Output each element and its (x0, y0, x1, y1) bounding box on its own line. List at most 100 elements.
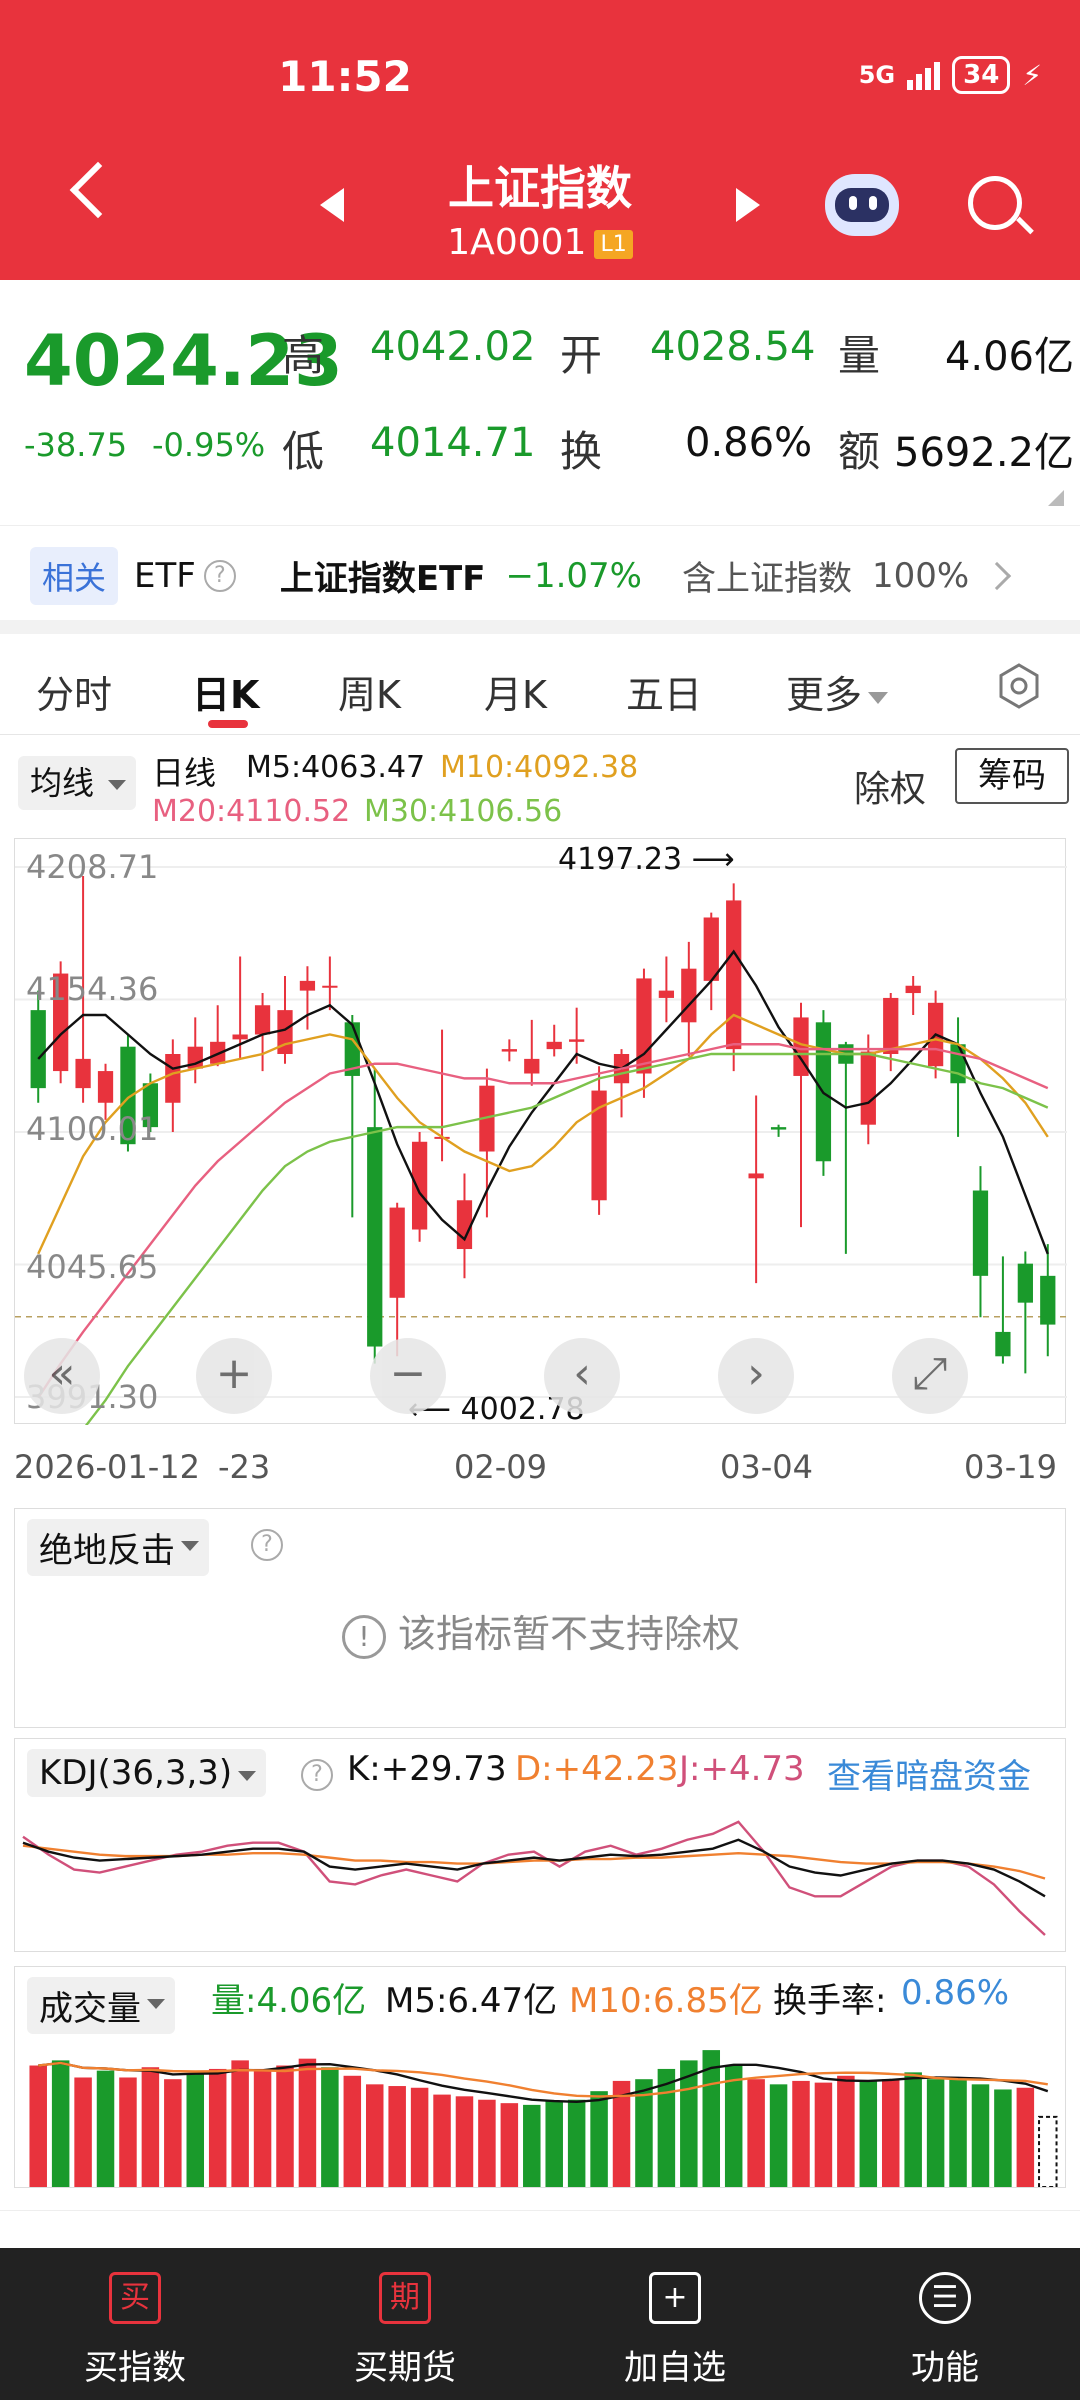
pan-right-icon[interactable]: › (718, 1338, 794, 1414)
chip-distribution-button[interactable]: 筹码 (955, 748, 1069, 804)
kdj-selector-label: KDJ(36,3,3) (39, 1753, 233, 1793)
x-tick: 02-09 (454, 1448, 547, 1486)
nav-buy-index[interactable]: 买 买指数 (0, 2248, 270, 2400)
candle-body (1017, 1263, 1033, 1303)
period-tabs: 分时 日K 周K 月K 五日 更多 (0, 634, 1080, 734)
kdj-selector[interactable]: KDJ(36,3,3) (27, 1749, 267, 1797)
fullscreen-icon[interactable]: ⤢ (892, 1338, 968, 1414)
help-icon[interactable]: ? (251, 1529, 283, 1561)
kdj-line-k (22, 1838, 1046, 1898)
help-icon[interactable]: ? (203, 559, 236, 592)
candle-body (97, 1071, 114, 1103)
related-etf-row[interactable]: 相关 ETF ? 上证指数ETF −1.07% 含上证指数 100% (0, 525, 1080, 625)
kdj-d-value: D:+42.23 (515, 1749, 679, 1789)
header: 11:52 5G 34 ⚡ 上证指数 1A0001 L1 (0, 0, 1080, 280)
indicator-selector-label: 绝地反击 (39, 1531, 175, 1571)
nav-buy-futures[interactable]: 期 买期货 (270, 2248, 540, 2400)
ma-selector-label: 均线 (30, 764, 95, 802)
indicator-selector[interactable]: 绝地反击 (27, 1519, 209, 1576)
tab-five-day[interactable]: 五日 (626, 664, 702, 719)
volume-m5: M5:6.47亿 (385, 1981, 558, 2021)
nav-label: 买指数 (84, 2348, 186, 2388)
tab-daily-k[interactable]: 日K (192, 664, 259, 719)
volume-bar (994, 2089, 1012, 2187)
kline-chart[interactable] (14, 838, 1067, 1425)
zoom-out-icon[interactable]: − (370, 1338, 446, 1414)
volume-bar (949, 2077, 967, 2187)
volume-bar (455, 2096, 474, 2187)
candle-body (770, 1127, 787, 1130)
volume-bar (51, 2060, 70, 2187)
volume-bar (859, 2080, 878, 2187)
candle-body (860, 1051, 876, 1125)
volume-selector[interactable]: 成交量 (27, 1977, 175, 2034)
settings-icon[interactable] (995, 662, 1043, 710)
volume-bar (1038, 2115, 1058, 2187)
expand-corner-icon[interactable] (1048, 490, 1064, 506)
nav-add-watchlist[interactable]: + 加自选 (540, 2248, 810, 2400)
volume-bar (545, 2101, 563, 2187)
low-value: 4014.71 (370, 420, 536, 466)
help-icon[interactable]: ? (301, 1759, 333, 1791)
candle-body (299, 980, 316, 991)
kline-svg (15, 866, 1067, 1425)
nav-functions[interactable]: ☰ 功能 (810, 2248, 1080, 2400)
volume-bar (769, 2084, 788, 2187)
volume-bar (343, 2075, 362, 2187)
search-icon[interactable] (968, 176, 1022, 230)
tab-indicator (208, 720, 248, 728)
robot-assistant-icon[interactable] (825, 174, 899, 236)
indicator-notice: ! 该指标暂不支持除权 (15, 1603, 1067, 1659)
scroll-edge (0, 2210, 1080, 2248)
volume-bar (523, 2104, 541, 2187)
kdj-svg (22, 1820, 1046, 1936)
tab-more[interactable]: 更多 (786, 664, 889, 719)
volume-bar (96, 2070, 115, 2187)
low-label: 低 (282, 427, 325, 476)
volume-bar (881, 2079, 900, 2187)
candle-body (389, 1207, 405, 1298)
network-label: 5G (858, 61, 896, 89)
turnover-rate-value: 0.86% (901, 1973, 1010, 2013)
candle-body (748, 1173, 764, 1179)
volume-bar (231, 2060, 249, 2187)
volume-m10: M10:6.85亿 (569, 1981, 763, 2021)
chevron-down-icon (108, 780, 126, 790)
volume-bar (1016, 2087, 1035, 2187)
tab-weekly-k[interactable]: 周K (338, 664, 401, 719)
volume-bar (74, 2077, 92, 2187)
scroll-start-icon[interactable]: « (24, 1338, 100, 1414)
next-stock-icon[interactable] (736, 188, 760, 222)
candle-body (546, 1041, 562, 1050)
amount-value: 5692.2亿 (894, 430, 1074, 476)
kdj-k-value: K:+29.73 (347, 1749, 507, 1789)
zoom-in-icon[interactable]: + (196, 1338, 272, 1414)
ex-rights-toggle[interactable]: 除权 (854, 760, 926, 812)
pan-left-icon[interactable]: ‹ (544, 1338, 620, 1414)
candle-body (30, 1010, 46, 1089)
candle-body (367, 1127, 383, 1347)
menu-icon: ☰ (919, 2272, 971, 2324)
ma-type: 日线 (152, 754, 217, 792)
stock-code: 1A0001 L1 (0, 222, 1080, 263)
candle-body (950, 1044, 966, 1084)
etf-contain-label: 含上证指数 (681, 559, 852, 599)
chevron-down-icon (868, 691, 889, 704)
volume-bar (478, 2099, 496, 2187)
turnover-rate-label: 换手率: (773, 1981, 887, 2021)
volume-bar (500, 2103, 519, 2187)
volume-bar (837, 2075, 855, 2187)
ma-selector[interactable]: 均线 (18, 756, 136, 810)
high-value: 4042.02 (370, 324, 536, 370)
y-tick: 4154.36 (26, 970, 159, 1008)
buy-icon: 买 (109, 2272, 161, 2324)
volume-panel: 成交量 量:4.06亿 M5:6.47亿 M10:6.85亿 换手率: 0.86… (14, 1966, 1066, 2188)
tab-intraday[interactable]: 分时 (36, 664, 112, 719)
volume-svg (29, 2050, 1058, 2187)
etf-contain-pct: 100% (871, 555, 970, 596)
candle-body (972, 1190, 989, 1276)
candle-body (726, 900, 742, 1050)
tab-monthly-k[interactable]: 月K (484, 664, 547, 719)
x-tick: -23 (218, 1448, 271, 1486)
dark-pool-link[interactable]: 查看暗盘资金 (827, 1749, 1031, 1798)
